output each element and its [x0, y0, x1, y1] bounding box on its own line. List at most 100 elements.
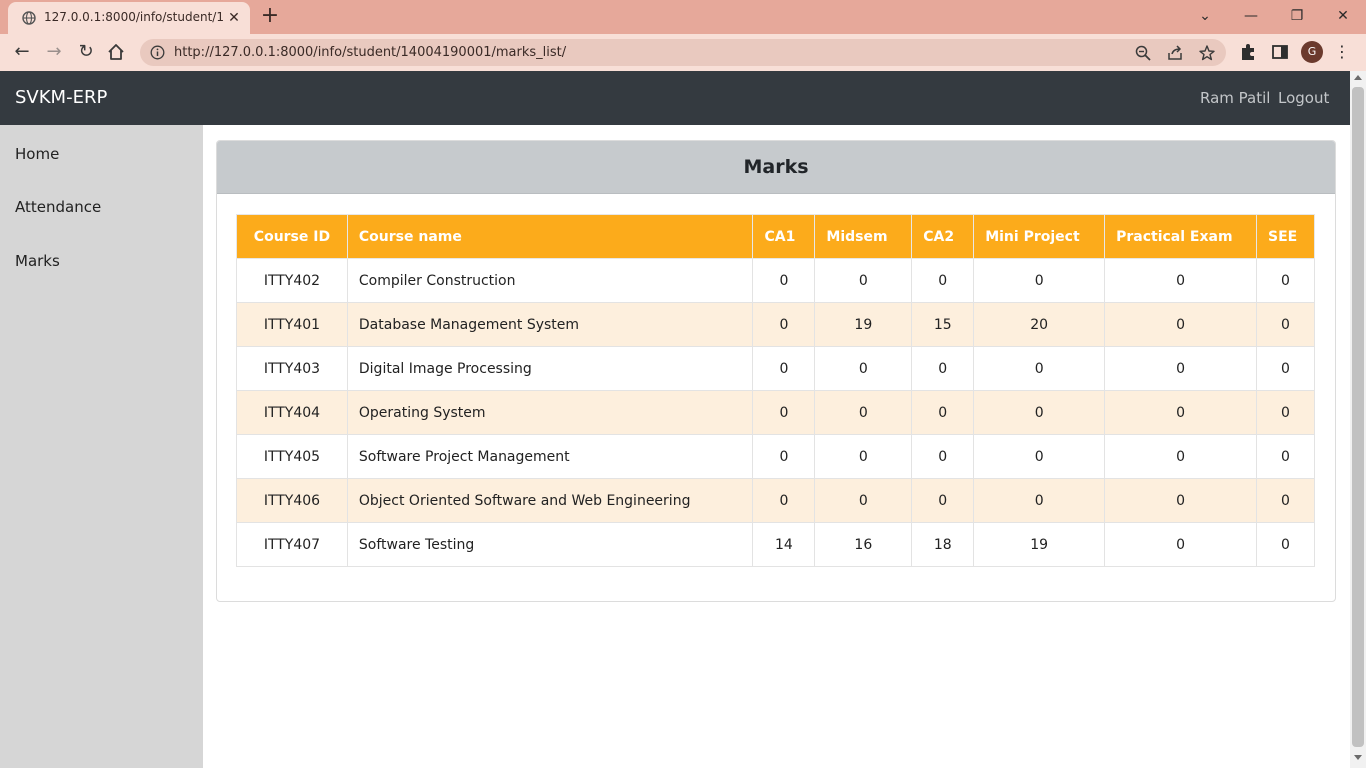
practical-exam-cell: 0: [1104, 346, 1257, 391]
course-id-cell: ITTY402: [236, 258, 348, 303]
column-header: SEE: [1255, 214, 1316, 259]
globe-icon: [22, 11, 36, 25]
course-id-cell: ITTY407: [236, 522, 348, 567]
midsem-cell: 0: [814, 258, 913, 303]
reload-icon[interactable]: ↻: [74, 40, 98, 64]
midsem-cell: 0: [814, 390, 913, 435]
column-header: CA2: [911, 214, 975, 259]
extensions-icon[interactable]: [1238, 42, 1258, 62]
midsem-cell: 19: [814, 302, 913, 347]
browser-toolbar: ← → ↻ http://127.0.0.1:8000/info/student…: [0, 34, 1366, 71]
browser-tab[interactable]: 127.0.0.1:8000/info/student/14004190001/…: [8, 2, 250, 34]
ca1-cell: 0: [752, 302, 816, 347]
browser-menu-icon[interactable]: ⋮: [1334, 40, 1350, 64]
scroll-up-arrow-icon[interactable]: [1354, 75, 1362, 80]
table-row: ITTY407 Software Testing 14 16 18 19 0 0: [236, 522, 1316, 567]
back-icon[interactable]: ←: [10, 40, 34, 64]
page-content: SVKM-ERP Ram Patil Logout Home Attendanc…: [0, 71, 1350, 768]
star-icon[interactable]: [1198, 44, 1216, 62]
ca2-cell: 0: [911, 258, 975, 303]
course-id-cell: ITTY406: [236, 478, 348, 523]
top-navbar: SVKM-ERP Ram Patil Logout: [0, 71, 1350, 125]
course-name-cell: Object Oriented Software and Web Enginee…: [346, 478, 754, 523]
column-header: Course name: [346, 214, 754, 259]
ca1-cell: 0: [752, 390, 816, 435]
mini-project-cell: 0: [973, 434, 1106, 479]
mini-project-cell: 0: [973, 478, 1106, 523]
course-name-cell: Software Testing: [346, 522, 754, 567]
see-cell: 0: [1255, 478, 1316, 523]
course-id-cell: ITTY403: [236, 346, 348, 391]
scroll-thumb[interactable]: [1352, 87, 1364, 747]
table-header-row: Course ID Course name CA1 Midsem CA2 Min…: [236, 214, 1316, 259]
see-cell: 0: [1255, 302, 1316, 347]
new-tab-icon[interactable]: +: [258, 5, 282, 29]
midsem-cell: 0: [814, 478, 913, 523]
minimize-icon[interactable]: —: [1238, 4, 1264, 28]
mini-project-cell: 0: [973, 346, 1106, 391]
practical-exam-cell: 0: [1104, 434, 1257, 479]
tab-title: 127.0.0.1:8000/info/student/14004190001/…: [44, 10, 224, 24]
course-name-cell: Digital Image Processing: [346, 346, 754, 391]
info-icon[interactable]: [150, 45, 165, 60]
address-bar[interactable]: http://127.0.0.1:8000/info/student/14004…: [140, 39, 1226, 66]
ca1-cell: 0: [752, 478, 816, 523]
user-name-link[interactable]: Ram Patil: [1200, 89, 1270, 107]
sidebar-item-home[interactable]: Home: [15, 145, 59, 163]
side-panel-icon[interactable]: [1270, 42, 1290, 62]
table-row: ITTY403 Digital Image Processing 0 0 0 0…: [236, 346, 1316, 391]
url-text[interactable]: http://127.0.0.1:8000/info/student/14004…: [174, 45, 566, 60]
zoom-icon[interactable]: [1134, 44, 1152, 62]
sidebar-item-attendance[interactable]: Attendance: [15, 198, 101, 216]
practical-exam-cell: 0: [1104, 390, 1257, 435]
sidebar-item-marks[interactable]: Marks: [15, 252, 60, 270]
table-row: ITTY401 Database Management System 0 19 …: [236, 302, 1316, 347]
ca2-cell: 0: [911, 346, 975, 391]
ca2-cell: 0: [911, 478, 975, 523]
restore-icon[interactable]: ❐: [1284, 4, 1310, 28]
page-title: Marks: [743, 156, 809, 178]
course-name-cell: Operating System: [346, 390, 754, 435]
course-name-cell: Compiler Construction: [346, 258, 754, 303]
ca1-cell: 0: [752, 434, 816, 479]
window-close-icon[interactable]: ✕: [1330, 4, 1356, 28]
column-header: CA1: [752, 214, 816, 259]
profile-avatar[interactable]: G: [1301, 41, 1323, 63]
practical-exam-cell: 0: [1104, 258, 1257, 303]
mini-project-cell: 0: [973, 258, 1106, 303]
browser-tab-strip: 127.0.0.1:8000/info/student/14004190001/…: [0, 0, 1366, 34]
midsem-cell: 0: [814, 434, 913, 479]
scroll-down-arrow-icon[interactable]: [1354, 755, 1362, 760]
ca1-cell: 0: [752, 258, 816, 303]
logout-link[interactable]: Logout: [1278, 89, 1329, 107]
course-id-cell: ITTY404: [236, 390, 348, 435]
table-row: ITTY404 Operating System 0 0 0 0 0 0: [236, 390, 1316, 435]
ca2-cell: 15: [911, 302, 975, 347]
table-row: ITTY406 Object Oriented Software and Web…: [236, 478, 1316, 523]
home-icon[interactable]: [106, 42, 126, 62]
course-name-cell: Database Management System: [346, 302, 754, 347]
share-icon[interactable]: [1166, 44, 1184, 62]
brand-logo-text[interactable]: SVKM-ERP: [15, 87, 107, 108]
tab-search-icon[interactable]: ⌄: [1192, 4, 1218, 28]
course-id-cell: ITTY401: [236, 302, 348, 347]
column-header: Course ID: [236, 214, 348, 259]
ca1-cell: 0: [752, 346, 816, 391]
page-scrollbar[interactable]: [1350, 71, 1366, 768]
see-cell: 0: [1255, 390, 1316, 435]
ca2-cell: 18: [911, 522, 975, 567]
ca1-cell: 14: [752, 522, 816, 567]
course-id-cell: ITTY405: [236, 434, 348, 479]
practical-exam-cell: 0: [1104, 478, 1257, 523]
forward-icon[interactable]: →: [42, 40, 66, 64]
table-row: ITTY405 Software Project Management 0 0 …: [236, 434, 1316, 479]
practical-exam-cell: 0: [1104, 302, 1257, 347]
see-cell: 0: [1255, 522, 1316, 567]
table-row: ITTY402 Compiler Construction 0 0 0 0 0 …: [236, 258, 1316, 303]
marks-card: Marks Course ID Course name CA1 Midsem C…: [216, 140, 1336, 602]
column-header: Mini Project: [973, 214, 1106, 259]
tab-close-icon[interactable]: ✕: [226, 10, 242, 26]
marks-table: Course ID Course name CA1 Midsem CA2 Min…: [236, 214, 1316, 567]
mini-project-cell: 0: [973, 390, 1106, 435]
mini-project-cell: 20: [973, 302, 1106, 347]
